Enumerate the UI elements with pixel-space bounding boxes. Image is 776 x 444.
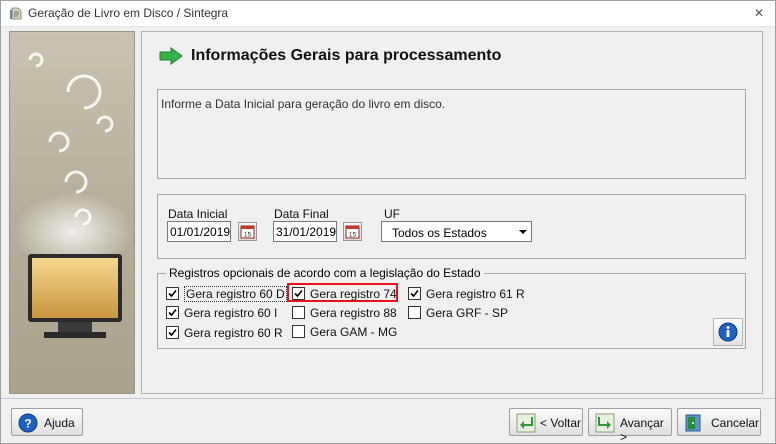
close-icon[interactable]: ✕ [751,5,767,21]
cancel-label: Cancelar [711,416,760,430]
next-label: Avançar > [620,416,664,444]
checkbox-gam-mg[interactable] [292,325,305,338]
info-text: Informe a Data Inicial para geração do l… [161,97,446,111]
info-button[interactable] [713,318,743,346]
checkbox-60r[interactable] [166,326,179,339]
registro-88-label[interactable]: Gera registro 88 [310,306,397,320]
start-date-input[interactable]: 01/01/2019 [167,221,231,242]
calendar-icon: 15 [345,225,360,239]
end-date-input[interactable]: 31/01/2019 [273,221,337,242]
svg-text:15: 15 [349,232,357,239]
registro-60r-label[interactable]: Gera registro 60 R [184,326,283,340]
registro-60i-label[interactable]: Gera registro 60 I [184,306,277,320]
start-calendar-button[interactable]: 15 [238,222,257,241]
help-button[interactable]: ? Ajuda [11,408,83,436]
window-title: Geração de Livro em Disco / Sintegra [28,6,229,20]
uf-select-value: Todos os Estados [392,226,487,240]
check-icon [410,289,419,298]
end-date-label: Data Final [274,207,329,221]
help-label: Ajuda [44,416,75,430]
back-label: < Voltar [540,416,582,430]
info-icon [718,322,738,342]
cancel-door-icon [685,414,701,432]
footer-separator [1,398,775,399]
cancel-button[interactable]: Cancelar [677,408,761,436]
check-icon [294,289,303,298]
calendar-icon: 15 [240,225,255,239]
side-illustration [9,31,135,394]
chevron-down-icon [513,222,531,241]
grf-sp-label[interactable]: Gera GRF - SP [426,306,508,320]
registro-61r-label[interactable]: Gera registro 61 R [426,287,525,301]
end-calendar-button[interactable]: 15 [343,222,362,241]
check-icon [168,308,177,317]
registros-legend: Registros opcionais de acordo com a legi… [166,266,484,280]
checkbox-60d[interactable] [166,287,179,300]
start-date-label: Data Inicial [168,207,228,221]
gam-mg-label[interactable]: Gera GAM - MG [310,325,397,339]
registro-60d-label[interactable]: Gera registro 60 D [184,286,287,302]
help-icon: ? [18,413,38,433]
next-arrow-icon [595,413,615,433]
next-button[interactable]: Avançar > [588,408,672,444]
app-icon [10,7,22,20]
page-title: Informações Gerais para processamento [191,47,502,64]
svg-text:15: 15 [244,232,252,239]
check-icon [168,289,177,298]
uf-select[interactable]: Todos os Estados [381,221,532,242]
checkbox-88[interactable] [292,306,305,319]
checkbox-61r[interactable] [408,287,421,300]
wizard-window: Geração de Livro em Disco / Sintegra ✕ I… [0,0,776,444]
computer-illustration-icon [13,52,133,338]
checkbox-60i[interactable] [166,306,179,319]
checkbox-74[interactable] [292,287,305,300]
back-arrow-icon [516,413,536,433]
registro-74-label[interactable]: Gera registro 74 [310,287,397,301]
svg-text:?: ? [24,417,31,431]
arrow-right-icon [159,47,183,65]
checkbox-grf-sp[interactable] [408,306,421,319]
back-button[interactable]: < Voltar [509,408,583,436]
check-icon [168,328,177,337]
uf-label: UF [384,207,400,221]
title-bar: Geração de Livro em Disco / Sintegra ✕ [1,1,775,27]
